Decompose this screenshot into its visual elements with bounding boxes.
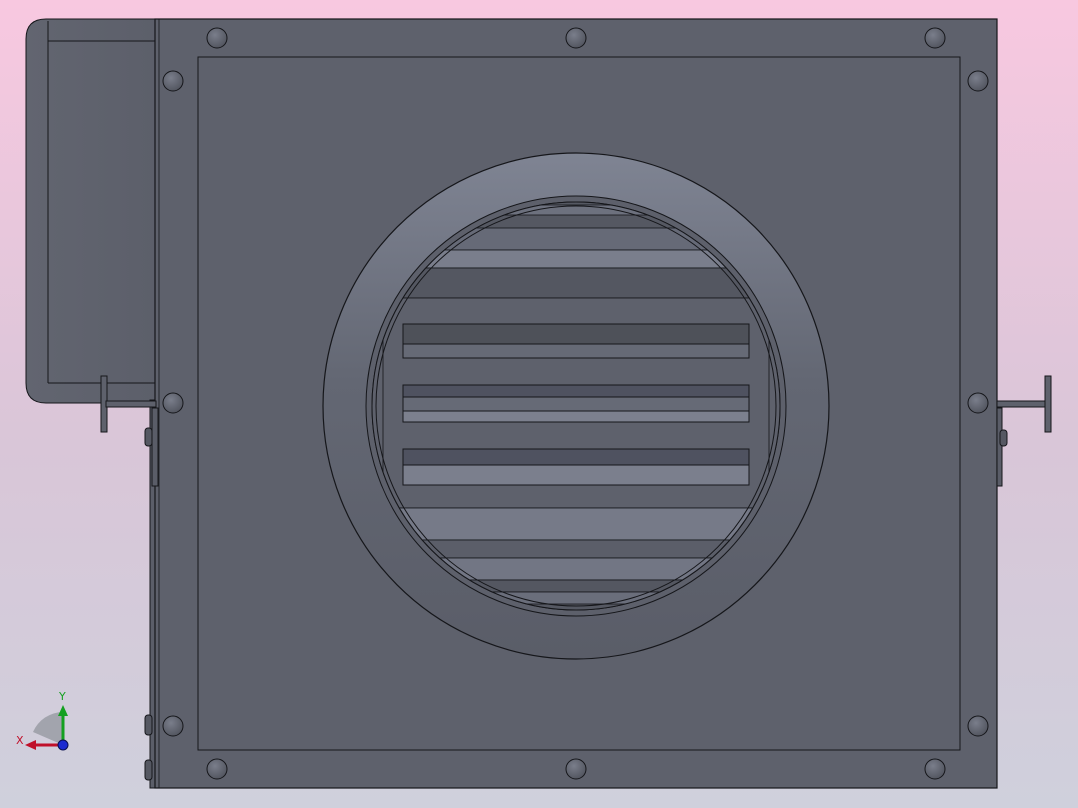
bolt	[565, 758, 587, 780]
triad-x-arrow	[25, 740, 36, 750]
bolt	[206, 758, 228, 780]
triad-x-label: X	[16, 734, 24, 747]
bolt	[162, 70, 184, 92]
motor-box	[25, 18, 158, 404]
triad-y-label: Y	[58, 690, 66, 703]
graphics-viewport[interactable]: Y X	[0, 0, 1078, 808]
fan-blades	[402, 323, 750, 486]
fan-model[interactable]: Y X	[0, 0, 1078, 808]
triad-y-arrow	[58, 705, 68, 716]
bolt	[924, 758, 946, 780]
bolt	[565, 27, 587, 49]
mounting-bracket-right	[996, 375, 1052, 487]
bolt	[924, 27, 946, 49]
triad-plane	[33, 712, 63, 745]
bolt	[162, 392, 184, 414]
bolt	[206, 27, 228, 49]
bolt	[967, 70, 989, 92]
triad-z-axis	[57, 739, 69, 751]
orientation-triad[interactable]: Y X	[16, 690, 69, 751]
bolt	[162, 715, 184, 737]
bolt	[967, 715, 989, 737]
bolt	[967, 392, 989, 414]
